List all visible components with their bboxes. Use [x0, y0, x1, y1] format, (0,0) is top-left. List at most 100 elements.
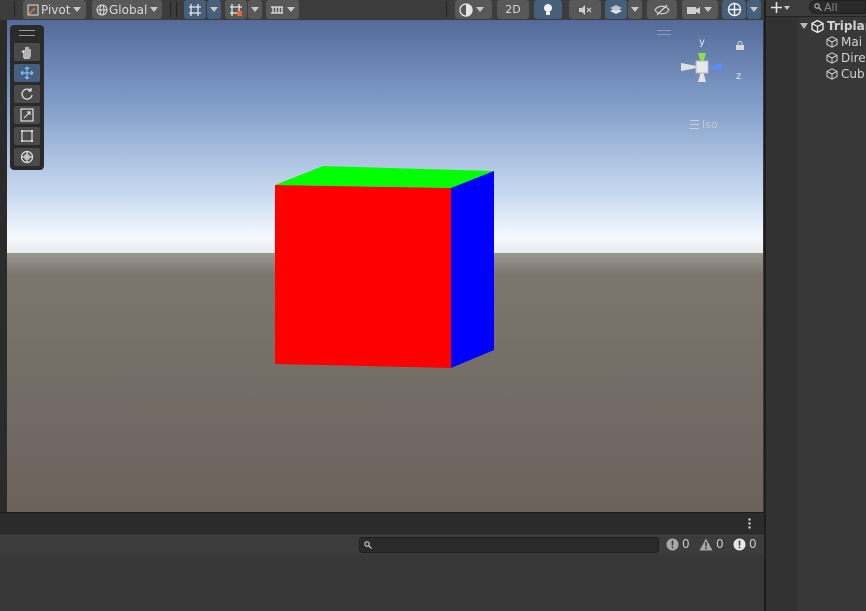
- left-panel-edge: [0, 20, 7, 512]
- gizmos-icon: [727, 2, 741, 17]
- toolbar-separator: [170, 2, 171, 17]
- hierarchy-scene-row[interactable]: Triplan: [800, 18, 866, 34]
- rotate-icon: [21, 88, 33, 100]
- warning-count-toggle[interactable]: 0: [699, 535, 724, 553]
- hierarchy-item[interactable]: Cub: [826, 66, 865, 82]
- pivot-label: Pivot: [41, 2, 71, 17]
- camera-icon: [687, 6, 700, 14]
- chevron-down-icon: [750, 7, 758, 12]
- hierarchy-item[interactable]: Mai: [826, 34, 862, 50]
- global-label: Global: [109, 2, 148, 17]
- chevron-down-icon: [287, 7, 295, 12]
- move-tool-button[interactable]: [14, 64, 40, 82]
- lock-icon[interactable]: [736, 39, 744, 50]
- effects-dropdown[interactable]: [628, 0, 642, 19]
- gameobject-icon: [826, 68, 838, 80]
- chevron-down-icon: [784, 5, 790, 10]
- increment-snap-toggle[interactable]: [225, 0, 247, 19]
- scene-visibility-toggle[interactable]: [647, 0, 677, 19]
- scene-tools-overlay: [10, 25, 44, 170]
- hand-icon: [21, 47, 31, 59]
- scene-toolbar: Pivot Global 2D: [0, 0, 764, 20]
- gizmos-toggle[interactable]: [722, 0, 746, 19]
- chevron-down-icon: [150, 7, 159, 12]
- eye-hidden-icon: [654, 4, 670, 15]
- camera-dropdown[interactable]: [682, 0, 718, 19]
- draw-mode-dropdown[interactable]: [455, 0, 492, 19]
- scale-icon: [20, 108, 34, 122]
- projection-label: Iso: [702, 118, 718, 131]
- effects-toggle[interactable]: [605, 0, 627, 19]
- toolbar-separator: [446, 2, 447, 17]
- unity-scene-icon: [811, 19, 824, 33]
- log-count-toggle[interactable]: 0: [733, 535, 757, 553]
- toolbar-separator: [14, 2, 15, 17]
- more-options-icon[interactable]: [748, 518, 751, 529]
- scene-view[interactable]: y z Iso: [7, 20, 763, 512]
- gizmo-z-label: z: [736, 71, 741, 82]
- globe-icon: [96, 4, 108, 16]
- overlay-drag-handle-icon[interactable]: [19, 30, 35, 36]
- hierarchy-indent-column: [766, 17, 798, 611]
- chevron-down-icon: [704, 7, 712, 12]
- projection-toggle[interactable]: Iso: [690, 118, 718, 131]
- lighting-toggle[interactable]: [534, 0, 562, 19]
- chevron-down-icon: [476, 7, 484, 12]
- gizmos-dropdown[interactable]: [747, 0, 761, 19]
- increment-snap-icon: [230, 3, 242, 16]
- toolbar-separator: [176, 2, 177, 17]
- create-button[interactable]: [771, 0, 790, 15]
- 2d-toggle-button[interactable]: 2D: [497, 0, 529, 19]
- grid-visibility-dropdown[interactable]: [266, 0, 299, 19]
- hierarchy-item-label: Mai: [841, 35, 863, 49]
- hierarchy-search-input[interactable]: All: [809, 0, 866, 14]
- gizmo-center-cube[interactable]: [695, 60, 709, 74]
- hand-tool-button[interactable]: [14, 43, 40, 61]
- cube[interactable]: [7, 20, 763, 512]
- pivot-dropdown[interactable]: Pivot: [23, 0, 86, 19]
- scene-overlay-handle-icon[interactable]: [657, 30, 671, 35]
- gizmo-y-label: y: [699, 37, 705, 48]
- hierarchy-search-placeholder: All: [824, 0, 838, 14]
- global-dropdown[interactable]: Global: [92, 0, 162, 19]
- gameobject-icon: [826, 52, 838, 64]
- rect-tool-button[interactable]: [14, 127, 40, 145]
- hierarchy-item-label: Cub: [841, 67, 865, 81]
- error-count: 0: [682, 537, 690, 551]
- hierarchy-item-label: Dire: [841, 51, 866, 65]
- hierarchy-item[interactable]: Dire: [826, 50, 866, 66]
- audio-toggle[interactable]: [569, 0, 601, 19]
- chevron-down-icon: [210, 7, 218, 12]
- increment-snap-dropdown[interactable]: [248, 0, 262, 19]
- hierarchy-panel: All Triplan Mai Dire Cub: [766, 0, 866, 611]
- menu-icon: [690, 120, 699, 129]
- audio-mute-icon: [579, 4, 592, 15]
- gameobject-icon: [826, 36, 838, 48]
- gizmo-z-cone[interactable]: [707, 63, 722, 71]
- cube-side-face: [451, 171, 494, 368]
- grid-snap-toggle[interactable]: [184, 0, 206, 19]
- console-toolbar: 0 0 0: [0, 533, 764, 554]
- error-count-toggle[interactable]: 0: [666, 535, 690, 553]
- log-count: 0: [749, 537, 757, 551]
- rect-transform-icon: [21, 130, 33, 142]
- shading-icon: [459, 2, 473, 17]
- chevron-down-icon: [73, 7, 82, 12]
- cube-front-face: [275, 185, 451, 368]
- pivot-icon: [27, 4, 39, 16]
- transform-tool-button[interactable]: [14, 148, 40, 166]
- rotate-tool-button[interactable]: [14, 85, 40, 103]
- chevron-down-icon: [631, 7, 639, 12]
- warning-icon: [699, 538, 713, 550]
- scene-name: Triplan: [827, 19, 866, 33]
- search-icon: [814, 3, 822, 11]
- 2d-label: 2D: [505, 3, 521, 16]
- console-search-input[interactable]: [359, 537, 659, 553]
- console-log-area[interactable]: [0, 554, 764, 611]
- foldout-arrow-icon[interactable]: [800, 23, 808, 29]
- warning-count: 0: [716, 537, 724, 551]
- grid-snap-dropdown[interactable]: [207, 0, 221, 19]
- plus-icon: [771, 2, 782, 13]
- scale-tool-button[interactable]: [14, 106, 40, 124]
- hierarchy-toolbar: All: [766, 0, 866, 17]
